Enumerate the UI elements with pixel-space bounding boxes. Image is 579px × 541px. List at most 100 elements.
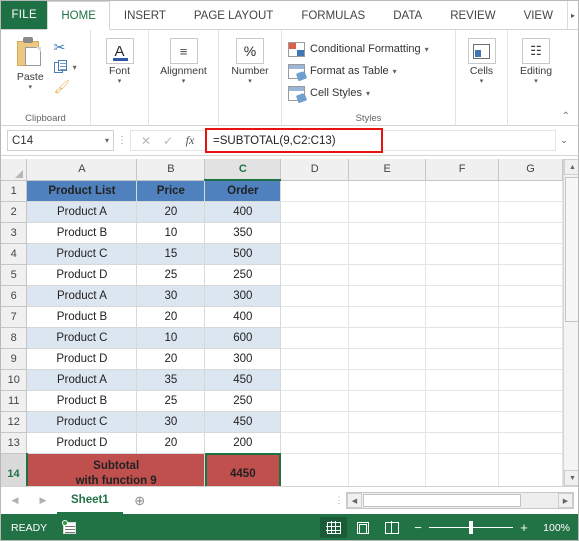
copy-caret-icon[interactable]: ▾: [73, 63, 77, 72]
column-header-a[interactable]: A: [26, 159, 138, 181]
cell-a8[interactable]: Product C: [26, 327, 138, 349]
row-header-7[interactable]: 7: [1, 306, 28, 328]
cell-d14[interactable]: [280, 453, 350, 486]
editing-caret-icon[interactable]: ▾: [534, 78, 538, 86]
cell-f6[interactable]: [425, 285, 500, 307]
row-header-14[interactable]: 14: [1, 453, 28, 486]
row-header-3[interactable]: 3: [1, 222, 28, 244]
zoom-slider-thumb[interactable]: [469, 521, 473, 534]
cell-d3[interactable]: [280, 222, 350, 244]
cell-a2[interactable]: Product A: [26, 201, 138, 223]
row-header-12[interactable]: 12: [1, 411, 28, 433]
cell-c1[interactable]: Order: [204, 180, 282, 202]
cell-f2[interactable]: [425, 201, 500, 223]
cell-f8[interactable]: [425, 327, 500, 349]
row-header-1[interactable]: 1: [1, 180, 28, 202]
cell-e8[interactable]: [348, 327, 427, 349]
cell-c7[interactable]: 400: [204, 306, 282, 328]
cut-button[interactable]: ✂: [54, 37, 84, 57]
format-painter-button[interactable]: 🖌: [54, 77, 84, 97]
cell-e11[interactable]: [348, 390, 427, 412]
cell-d9[interactable]: [280, 348, 350, 370]
cell-c6[interactable]: 300: [204, 285, 282, 307]
tab-split-handle[interactable]: ⋮: [332, 495, 346, 506]
cell-a11[interactable]: Product B: [26, 390, 138, 412]
editing-button[interactable]: ☷ Editing ▾: [514, 34, 558, 86]
cell-c9[interactable]: 300: [204, 348, 282, 370]
paste-caret-icon[interactable]: ▾: [29, 84, 33, 92]
cell-d8[interactable]: [280, 327, 350, 349]
copy-button[interactable]: ▾: [53, 57, 84, 77]
cell-f11[interactable]: [425, 390, 500, 412]
format-as-table-button[interactable]: Format as Table ▾: [288, 60, 429, 82]
cell-b13[interactable]: 20: [136, 432, 206, 454]
cell-a3[interactable]: Product B: [26, 222, 138, 244]
cell-b3[interactable]: 10: [136, 222, 206, 244]
cell-g12[interactable]: [498, 411, 563, 433]
tab-data[interactable]: DATA: [379, 1, 436, 29]
cell-d6[interactable]: [280, 285, 350, 307]
cell-c3[interactable]: 350: [204, 222, 282, 244]
cell-c2[interactable]: 400: [204, 201, 282, 223]
horizontal-scrollbar-thumb[interactable]: [363, 494, 521, 507]
cell-c11[interactable]: 250: [204, 390, 282, 412]
tab-home[interactable]: HOME: [47, 1, 110, 30]
cell-a6[interactable]: Product A: [26, 285, 138, 307]
tab-insert[interactable]: INSERT: [110, 1, 180, 29]
cell-a1[interactable]: Product List: [26, 180, 138, 202]
cell-e6[interactable]: [348, 285, 427, 307]
zoom-slider[interactable]: [429, 521, 513, 534]
tab-review[interactable]: REVIEW: [436, 1, 509, 29]
hscroll-right-icon[interactable]: ▶: [558, 493, 573, 508]
cell-a10[interactable]: Product A: [26, 369, 138, 391]
cell-c14-active[interactable]: 4450: [204, 453, 282, 486]
cell-b10[interactable]: 35: [136, 369, 206, 391]
vertical-scrollbar-thumb[interactable]: [565, 177, 578, 322]
cell-a14-merged-label[interactable]: Subtotal with function 9: [26, 453, 206, 486]
column-header-b[interactable]: B: [136, 159, 206, 181]
record-macro-button[interactable]: [62, 519, 89, 534]
cell-a12[interactable]: Product C: [26, 411, 138, 433]
tab-formulas[interactable]: FORMULAS: [287, 1, 379, 29]
cell-e3[interactable]: [348, 222, 427, 244]
cell-d5[interactable]: [280, 264, 350, 286]
cell-b6[interactable]: 30: [136, 285, 206, 307]
alignment-caret-icon[interactable]: ▾: [182, 78, 186, 86]
cell-c12[interactable]: 450: [204, 411, 282, 433]
cell-styles-button[interactable]: Cell Styles ▾: [288, 82, 429, 104]
hscroll-left-icon[interactable]: ◀: [347, 493, 362, 508]
cell-e12[interactable]: [348, 411, 427, 433]
cell-g8[interactable]: [498, 327, 563, 349]
cell-b4[interactable]: 15: [136, 243, 206, 265]
cancel-icon[interactable]: ✕: [135, 134, 157, 148]
select-all-corner[interactable]: [1, 159, 28, 181]
cell-e4[interactable]: [348, 243, 427, 265]
view-normal-button[interactable]: [320, 517, 347, 538]
scroll-down-icon[interactable]: ▼: [564, 470, 578, 486]
cell-f13[interactable]: [425, 432, 500, 454]
cell-e2[interactable]: [348, 201, 427, 223]
row-header-10[interactable]: 10: [1, 369, 28, 391]
sheet-tab-sheet1[interactable]: Sheet1: [57, 487, 123, 514]
row-header-6[interactable]: 6: [1, 285, 28, 307]
add-sheet-icon[interactable]: ⊕: [123, 493, 157, 509]
cell-e5[interactable]: [348, 264, 427, 286]
conditional-formatting-caret-icon[interactable]: ▾: [425, 45, 429, 54]
insert-function-icon[interactable]: fx: [179, 133, 201, 148]
cell-a4[interactable]: Product C: [26, 243, 138, 265]
cell-b9[interactable]: 20: [136, 348, 206, 370]
cell-b7[interactable]: 20: [136, 306, 206, 328]
cell-a13[interactable]: Product D: [26, 432, 138, 454]
tab-file[interactable]: FILE: [1, 1, 48, 29]
collapse-ribbon-icon[interactable]: ⌃: [562, 111, 570, 122]
number-caret-icon[interactable]: ▾: [248, 78, 252, 86]
row-header-8[interactable]: 8: [1, 327, 28, 349]
cell-d7[interactable]: [280, 306, 350, 328]
column-header-d[interactable]: D: [280, 159, 350, 181]
enter-icon[interactable]: ✓: [157, 134, 179, 148]
expand-formula-bar-icon[interactable]: ⌄: [556, 135, 572, 146]
row-header-2[interactable]: 2: [1, 201, 28, 223]
formula-input[interactable]: =SUBTOTAL(9,C2:C13): [205, 128, 383, 153]
cell-d13[interactable]: [280, 432, 350, 454]
cell-d11[interactable]: [280, 390, 350, 412]
